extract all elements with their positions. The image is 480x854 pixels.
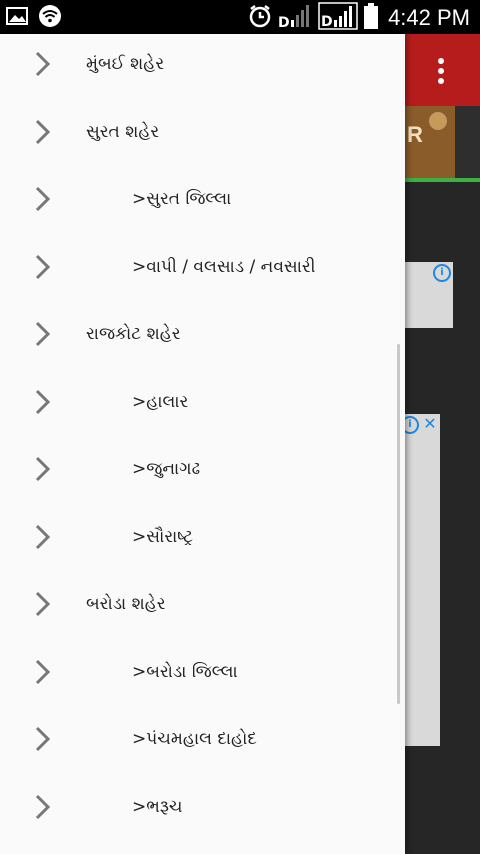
signal-icon: D [318,2,358,34]
drawer-menu-item[interactable]: >વાપી / વલસાડ / નવસારી [0,234,405,301]
wifi-icon [38,4,62,32]
drawer-menu-item-label: >સુરત જિલ્લા [132,189,232,209]
chevron-right-icon [35,119,51,144]
chevron-right-icon [35,321,51,347]
chevron-right-icon [35,659,51,684]
signal-icon: D [278,3,312,33]
drawer-menu-item-label: સુરત શહેર [86,121,160,142]
background-app: R i i ✕ [401,34,480,854]
drawer-menu-item[interactable]: બરોડા શહેર [0,571,405,638]
drawer-menu-item-label: મુંબઈ શહેર [86,54,165,74]
info-icon[interactable]: i [433,264,451,282]
chevron-right-icon [35,524,51,549]
chevron-right-icon [35,794,51,819]
app-bar [405,34,480,106]
battery-icon [364,3,379,33]
drawer-menu-item[interactable]: >સુરત જિલ્લા [0,166,405,233]
drawer-menu-item[interactable]: >પંચમહાલ દાહોદ [0,706,405,773]
coin-icon [429,112,447,130]
gallery-icon [6,6,28,30]
clock: 4:42 PM [388,5,470,30]
divider [405,178,480,182]
svg-text:D: D [321,14,333,30]
drawer-menu-item-label: >જુનાગઢ [132,459,201,479]
close-icon[interactable]: ✕ [422,416,438,432]
drawer-menu-item[interactable]: રાજકોટ શહેર [0,301,405,368]
drawer-menu-item[interactable]: >સૌરાષ્ટ્ર [0,504,405,571]
drawer-menu-item-label: બરોડા શહેર [86,594,166,614]
more-vert-icon[interactable] [437,56,445,86]
drawer-menu-item[interactable]: >હાલાર [0,369,405,436]
chevron-right-icon [35,591,51,617]
drawer-menu-item-label: >વાપી / વલસાડ / નવસારી [132,256,316,277]
navigation-drawer: મુંબઈ શહેર સુરત શહેર >સુરત જિલ્લા >વાપી / વ… [0,34,405,854]
alarm-icon [248,4,272,32]
ad-banner[interactable]: i ✕ [401,414,440,746]
drawer-menu-item[interactable]: >જુનાગઢ [0,436,405,503]
chevron-right-icon [35,456,51,482]
drawer-menu-item-label: >બરોડા જિલ્લા [132,661,238,682]
drawer-menu-item-label: રાજકોટ શહેર [86,324,181,344]
chevron-right-icon [35,726,51,752]
banner-text: R [407,122,423,147]
status-bar: D D 4:42 PM [0,0,480,34]
drawer-menu-item[interactable]: >બરોડા જિલ્લા [0,639,405,706]
svg-text:D: D [278,15,290,29]
chevron-right-icon [35,186,51,212]
banner-image[interactable]: R [405,106,480,178]
drawer-menu-item-label: >ભરૂચ [132,796,183,817]
chevron-right-icon [35,51,51,77]
drawer-menu-item-label: >પંચમહાલ દાહોદ [132,729,257,749]
ad-banner[interactable]: i [405,262,453,328]
drawer-menu-item[interactable]: સુરત શહેર [0,99,405,166]
drawer-menu-item[interactable]: મુંબઈ શહેર [0,34,405,98]
drawer-menu-item-label: >હાલાર [132,391,189,412]
drawer-menu-item[interactable]: >ભરૂચ [0,774,405,841]
chevron-right-icon [35,254,51,279]
chevron-right-icon [35,389,51,414]
drawer-menu-item-label: >સૌરાષ્ટ્ર [132,526,194,547]
